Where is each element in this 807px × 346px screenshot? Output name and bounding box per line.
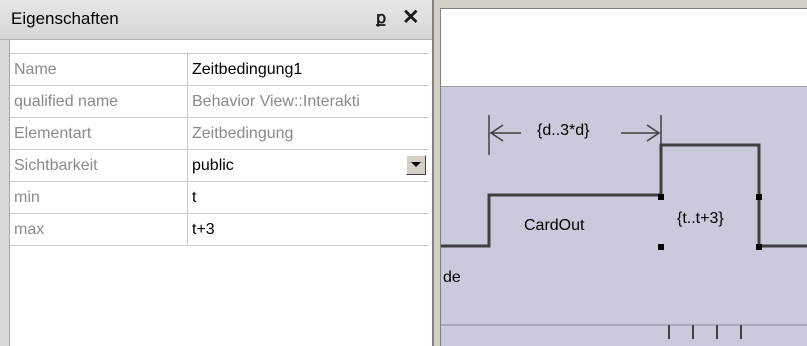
property-value-max[interactable]: t+3 xyxy=(192,214,426,245)
close-icon[interactable]: ✕ xyxy=(402,5,420,30)
timing-diagram-graphics xyxy=(441,115,807,339)
property-label: Sichtbarkeit xyxy=(10,150,188,181)
property-label: Name xyxy=(10,54,188,85)
property-value-min[interactable]: t xyxy=(192,182,426,213)
selection-handle[interactable] xyxy=(658,194,664,200)
property-row-max[interactable]: max t+3 xyxy=(10,214,428,246)
property-value-qualified-name: Behavior View::Interakti xyxy=(192,93,360,110)
selection-handle[interactable] xyxy=(756,194,762,200)
property-row-sichtbarkeit[interactable]: Sichtbarkeit public xyxy=(10,150,428,182)
timing-diagram-canvas[interactable]: {d..3*d} CardOut {t..t+3} de xyxy=(440,8,807,346)
property-value-elementart: Zeitbedingung xyxy=(192,125,294,142)
state-label[interactable]: CardOut xyxy=(524,217,584,235)
selection-handle[interactable] xyxy=(756,244,762,250)
property-label: qualified name xyxy=(10,86,188,117)
panel-left-edge xyxy=(0,40,10,346)
lifeline-name-label: de xyxy=(443,269,461,286)
pin-icon[interactable]: ք xyxy=(376,8,386,28)
state-timeline[interactable] xyxy=(441,143,807,248)
selection-handle[interactable] xyxy=(658,244,664,250)
duration-constraint-label[interactable]: {d..3*d} xyxy=(537,122,590,140)
dropdown-arrow-icon[interactable] xyxy=(406,155,426,175)
property-label: max xyxy=(10,214,188,245)
property-grid: Name Zeitbedingung1 qualified name Behav… xyxy=(10,53,428,246)
time-constraint-label[interactable]: {t..t+3} xyxy=(677,210,724,228)
panel-titlebar: Eigenschaften ք ✕ xyxy=(0,0,432,40)
property-row-elementart: Elementart Zeitbedingung xyxy=(10,118,428,150)
property-row-qualified-name: qualified name Behavior View::Interakti xyxy=(10,86,428,118)
panel-title: Eigenschaften xyxy=(11,9,119,28)
property-label: Elementart xyxy=(10,118,188,149)
visibility-select[interactable]: public xyxy=(192,150,426,181)
property-label: min xyxy=(10,182,188,213)
property-row-name[interactable]: Name Zeitbedingung1 xyxy=(10,53,428,86)
properties-panel: Eigenschaften ք ✕ Name Zeitbedingung1 qu… xyxy=(0,0,434,346)
property-value-name[interactable]: Zeitbedingung1 xyxy=(192,54,426,85)
property-row-min[interactable]: min t xyxy=(10,182,428,214)
